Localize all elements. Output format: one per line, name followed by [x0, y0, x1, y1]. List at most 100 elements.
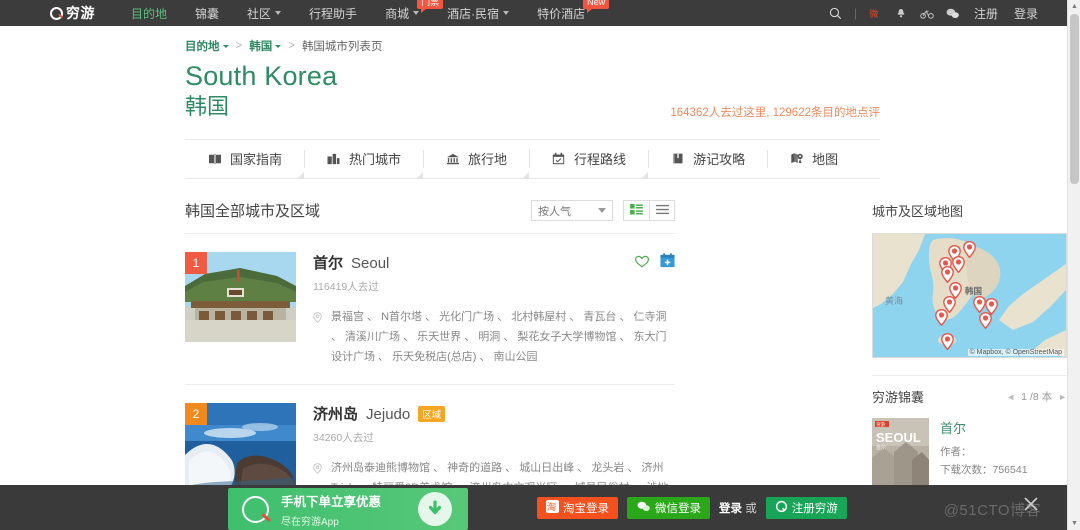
login-or-text: 登录 或: [719, 500, 757, 516]
site-logo[interactable]: 穷游: [50, 3, 95, 23]
wechat-icon[interactable]: [940, 0, 966, 26]
museum-icon: [445, 151, 460, 166]
notebook-icon: [670, 151, 685, 166]
nav-item-trip-planner[interactable]: 行程助手: [295, 0, 371, 26]
city-name-cn: 首尔: [313, 254, 344, 272]
site-logo-text: 穷游: [66, 5, 95, 21]
scroll-up-arrow[interactable]: ▲: [1068, 0, 1080, 13]
city-card-actions: [634, 253, 675, 271]
nav-item-label: 社区: [247, 6, 272, 21]
nav-item-community[interactable]: 社区: [233, 0, 295, 26]
svg-text:SEOUL: SEOUL: [876, 430, 921, 445]
sort-select-value: 按人气: [538, 205, 571, 218]
nav-item-hotel[interactable]: 酒店·民宿: [433, 0, 523, 26]
city-card-body: 首尔 Seoul 116419人去过 景福宫 、 N首尔塔 、 光化门广场 、 …: [313, 252, 675, 368]
scrollbar-thumb[interactable]: [1070, 14, 1079, 184]
qyer-logo-icon: [50, 6, 63, 20]
taobao-login-button[interactable]: 淘 淘宝登录: [537, 497, 618, 519]
search-icon[interactable]: [823, 0, 849, 26]
top-navigation-bar: 穷游 目的地 锦囊 社区 行程助手 商城 门票 酒店·民宿 特价酒店 New |…: [0, 0, 1080, 26]
login-word[interactable]: 登录: [719, 503, 742, 515]
list-view-icon: [655, 204, 669, 218]
app-promo-text: 手机下单立享优惠 尽在穷游App: [281, 491, 381, 528]
main-nav-items: 目的地 锦囊 社区 行程助手 商城 门票 酒店·民宿 特价酒店 New: [117, 0, 610, 26]
book-cover[interactable]: 穷游 SEOUL 首尔: [872, 417, 929, 492]
breadcrumb-korea[interactable]: 韩国: [249, 38, 272, 54]
nav-item-deal-hotel[interactable]: 特价酒店 New: [523, 0, 610, 26]
region-map[interactable]: 黄海 韩国 © Mapbox, © OpenStreetMap: [872, 232, 1067, 358]
svg-text:首尔: 首尔: [876, 444, 886, 451]
tab-attractions[interactable]: 旅行地: [423, 139, 530, 179]
heart-icon[interactable]: [634, 254, 650, 271]
breadcrumb-separator: >: [288, 40, 295, 52]
scroll-down-arrow[interactable]: ▼: [1068, 517, 1080, 530]
app-download-promo[interactable]: 手机下单立享优惠 尽在穷游App: [228, 488, 468, 530]
page-header: South Korea 韩国 164362人去过这里, 129622条目的地点评: [185, 61, 880, 122]
nav-item-destination[interactable]: 目的地: [117, 0, 181, 26]
wechat-login-button[interactable]: 微信登录: [627, 497, 710, 519]
book-downloads: 下载次数：756541: [940, 464, 1028, 477]
wechat-login-label: 微信登录: [655, 503, 701, 515]
breadcrumb-destination[interactable]: 目的地: [185, 38, 220, 54]
map-marker[interactable]: [941, 332, 954, 350]
city-list-column: 韩国全部城市及区域 按人气 1 首尔 Seoul 116419人去过 景福宫 、…: [185, 179, 675, 530]
register-button[interactable]: 注册穷游: [765, 497, 847, 519]
close-x-icon[interactable]: [1023, 496, 1039, 512]
pager-label: 1 /8 本: [1021, 391, 1053, 404]
tab-hot-cities[interactable]: 热门城市: [304, 139, 424, 179]
nav-item-label: 商城: [385, 6, 410, 21]
city-thumbnail[interactable]: 1: [185, 251, 296, 342]
vertical-scrollbar[interactable]: ▲ ▼: [1067, 0, 1080, 530]
city-name-en: Jejudo: [366, 405, 411, 423]
tab-fold-corner: [416, 171, 424, 179]
pager-prev-arrow[interactable]: ◄: [1006, 392, 1015, 402]
main-columns: 韩国全部城市及区域 按人气 1 首尔 Seoul 116419人去过 景福宫 、…: [185, 179, 1067, 530]
city-card-seoul[interactable]: 1 首尔 Seoul 116419人去过 景福宫 、 N首尔塔 、 光化门广场 …: [185, 234, 675, 384]
chevron-down-icon: [413, 11, 420, 15]
sort-select[interactable]: 按人气: [531, 200, 613, 222]
list-view-button[interactable]: [649, 201, 674, 221]
page-content: 目的地 > 韩国 > 韩国城市列表页 South Korea 韩国 164362…: [0, 26, 1067, 530]
tab-map[interactable]: 地图: [767, 139, 860, 179]
map-marker[interactable]: [941, 265, 954, 283]
svg-text:微: 微: [869, 7, 878, 19]
city-name-cn: 济州岛: [313, 405, 359, 423]
grid-view-button[interactable]: [624, 201, 649, 221]
map-marker[interactable]: [935, 308, 948, 326]
tab-fold-corner: [297, 171, 305, 179]
tab-country-guide[interactable]: 国家指南: [185, 139, 305, 179]
login-link[interactable]: 登录: [1006, 5, 1046, 22]
city-thumbnail[interactable]: 2: [185, 402, 296, 493]
weibo-icon[interactable]: 微: [862, 0, 888, 26]
city-type-badge: 区域: [418, 405, 446, 422]
app-promo-subtitle: 尽在穷游App: [281, 516, 339, 528]
guide-pager: ◄ 1 /8 本 ►: [1006, 389, 1067, 404]
register-link[interactable]: 注册: [966, 5, 1006, 22]
pager-next-arrow[interactable]: ►: [1058, 392, 1067, 402]
cycling-icon[interactable]: [914, 0, 940, 26]
calendar-add-icon[interactable]: [660, 253, 675, 271]
map-marker[interactable]: [979, 311, 992, 329]
book-author: 作者：: [940, 445, 972, 458]
tab-label: 旅行地: [468, 152, 508, 168]
taobao-login-label: 淘宝登录: [563, 503, 609, 515]
list-controls: 按人气: [531, 200, 675, 222]
download-arrow-icon[interactable]: [418, 492, 452, 526]
nav-item-mall[interactable]: 商城 门票: [371, 0, 444, 26]
message-icon[interactable]: [888, 0, 914, 26]
city-title-row: 济州岛 Jejudo 区域: [313, 403, 675, 424]
nav-item-label: 酒店·民宿: [447, 6, 500, 21]
list-section-header: 韩国全部城市及区域 按人气: [185, 189, 675, 233]
sidebar-guide-header: 穷游锦囊 ◄ 1 /8 本 ►: [872, 380, 1067, 414]
chevron-down-icon: [222, 44, 229, 48]
city-visit-count: 34260人去过: [313, 431, 374, 444]
nav-tag-new: New: [583, 0, 610, 13]
nav-item-guide[interactable]: 锦囊: [181, 0, 233, 26]
tab-travel-notes[interactable]: 游记攻略: [648, 139, 767, 179]
taobao-icon: 淘: [546, 500, 559, 516]
tab-label: 热门城市: [349, 152, 402, 168]
nav-item-label: 锦囊: [195, 6, 220, 21]
book-title[interactable]: 首尔: [940, 418, 1067, 437]
sidebar-guide-title: 穷游锦囊: [872, 390, 925, 406]
tab-routes[interactable]: 行程路线: [529, 139, 649, 179]
